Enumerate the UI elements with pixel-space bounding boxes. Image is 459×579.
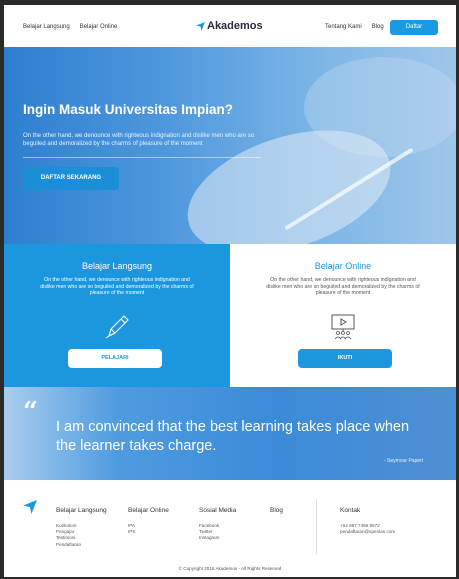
logo[interactable]: Akademos — [196, 20, 263, 32]
page-frame: Belajar Langsung Belajar Online Akademos… — [4, 5, 456, 577]
feature-belajar-langsung: Belajar Langsung On the other hand, we d… — [4, 244, 230, 387]
footer-link[interactable]: Pendaftaran — [56, 542, 107, 548]
feature-title: Belajar Langsung — [81, 261, 153, 271]
header: Belajar Langsung Belajar Online Akademos… — [4, 5, 456, 47]
footer-divider — [316, 499, 317, 554]
hero-divider — [23, 157, 261, 158]
paper-plane-icon[interactable] — [23, 500, 37, 514]
feature-title: Belajar Online — [314, 261, 372, 271]
footer-column-title[interactable]: Blog — [270, 507, 283, 514]
hero-text: On the other hand, we denounce with righ… — [23, 133, 255, 147]
pelajari-button[interactable]: PELAJARI — [68, 349, 162, 368]
quote-text: I am convinced that the best learning ta… — [56, 419, 410, 454]
nav-right: Tentang Kami Blog — [325, 24, 384, 30]
footer-column-blog: Blog — [270, 507, 283, 523]
logo-text: Akademos — [207, 20, 263, 32]
daftar-sekarang-button[interactable]: DAFTAR SEKARANG — [23, 167, 119, 190]
nav-link-belajar-langsung[interactable]: Belajar Langsung — [23, 24, 70, 30]
paper-plane-icon — [196, 21, 205, 31]
quote-author: - Seymour Papert — [384, 458, 424, 464]
nav-link-tentang-kami[interactable]: Tentang Kami — [325, 24, 362, 30]
contact-email[interactable]: pendaftaran@spenlan.com — [340, 529, 395, 535]
nav-link-blog[interactable]: Blog — [372, 24, 384, 30]
footer-column-belajar-langsung: Belajar Langsung Kurikulum Pengajar Test… — [56, 507, 107, 548]
quote-mark-icon: “ — [23, 397, 38, 427]
copyright: © Copyright 2016 Akademos - All Rights R… — [178, 566, 282, 571]
feature-text: On the other hand, we denounce with righ… — [40, 277, 194, 297]
nav-left: Belajar Langsung Belajar Online — [23, 24, 117, 30]
hero-banner: Ingin Masuk Universitas Impian? On the o… — [4, 47, 456, 244]
nav-link-belajar-online[interactable]: Belajar Online — [80, 24, 118, 30]
daftar-button[interactable]: Daftar — [390, 20, 438, 35]
ikuti-button[interactable]: IKUTI — [298, 349, 392, 368]
footer-column-title: Kontak — [340, 507, 361, 514]
footer-column-title: Sosial Media — [199, 507, 237, 514]
video-lesson-icon — [331, 314, 355, 340]
footer-column-belajar-online: Belajar Online IPA IPS — [128, 507, 169, 535]
footer-column-title: Belajar Online — [128, 507, 169, 514]
feature-text: On the other hand, we denounce with righ… — [266, 277, 420, 297]
footer: Belajar Langsung Kurikulum Pengajar Test… — [4, 480, 456, 577]
footer-link[interactable]: Instagram — [199, 535, 236, 541]
footer-column-sosial-media: Sosial Media Facebook Twitter Instagram — [199, 507, 236, 542]
quote-banner: “ I am convinced that the best learning … — [4, 387, 456, 480]
footer-column-title: Belajar Langsung — [56, 507, 107, 514]
footer-link[interactable]: IPS — [128, 529, 169, 535]
hero-title: Ingin Masuk Universitas Impian? — [23, 102, 234, 117]
footer-column-kontak: Kontak +62 857 7456 9672 pendaftaran@spe… — [340, 507, 395, 535]
pencil-icon — [105, 315, 129, 339]
feature-belajar-online: Belajar Online On the other hand, we den… — [230, 244, 456, 387]
